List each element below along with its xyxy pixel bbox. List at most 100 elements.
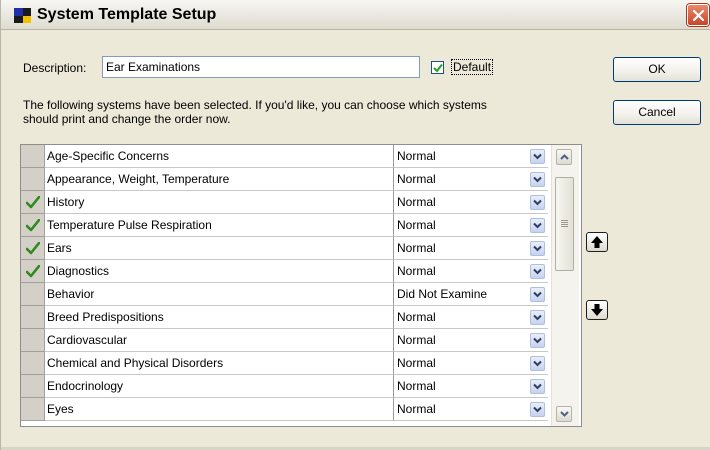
status-select[interactable]: Normal xyxy=(394,375,548,398)
dropdown-button[interactable] xyxy=(530,218,545,233)
status-select[interactable]: Normal xyxy=(394,306,548,329)
table-row[interactable]: Chemical and Physical Disorders Normal xyxy=(21,352,548,375)
system-name-cell[interactable]: Cardiovascular xyxy=(45,329,394,352)
dropdown-button[interactable] xyxy=(530,241,545,256)
move-up-button[interactable] xyxy=(586,232,608,252)
system-name-cell[interactable]: Chemical and Physical Disorders xyxy=(45,352,394,375)
chevron-down-icon xyxy=(533,360,542,367)
chevron-down-icon xyxy=(533,337,542,344)
status-select[interactable]: Normal xyxy=(394,329,548,352)
instructions-line-1: The following systems have been selected… xyxy=(23,98,487,112)
table-row[interactable]: Eyes Normal xyxy=(21,398,548,421)
chevron-down-icon xyxy=(533,406,542,413)
row-print-toggle[interactable] xyxy=(21,352,45,375)
dropdown-button[interactable] xyxy=(530,287,545,302)
system-name-cell[interactable]: Ears xyxy=(45,237,394,260)
ok-button[interactable]: OK xyxy=(613,57,701,82)
table-row[interactable]: Behavior Did Not Examine xyxy=(21,283,548,306)
row-print-toggle[interactable] xyxy=(21,168,45,191)
table-row[interactable]: Cardiovascular Normal xyxy=(21,329,548,352)
status-value: Normal xyxy=(397,172,436,186)
close-button[interactable] xyxy=(687,4,709,26)
status-select[interactable]: Normal xyxy=(394,214,548,237)
table-row[interactable]: Breed Predispositions Normal xyxy=(21,306,548,329)
system-name-cell[interactable]: History xyxy=(45,191,394,214)
status-select[interactable]: Normal xyxy=(394,237,548,260)
table-row[interactable]: History Normal xyxy=(21,191,548,214)
table-row[interactable]: Appearance, Weight, Temperature Normal xyxy=(21,168,548,191)
row-print-toggle[interactable] xyxy=(21,237,45,260)
description-input[interactable] xyxy=(102,56,420,78)
status-select[interactable]: Normal xyxy=(394,168,548,191)
dropdown-button[interactable] xyxy=(530,195,545,210)
scrollbar-track[interactable] xyxy=(551,145,579,426)
default-label[interactable]: Default xyxy=(450,59,494,75)
chevron-down-icon xyxy=(533,245,542,252)
window-title: System Template Setup xyxy=(37,6,217,23)
move-down-button[interactable] xyxy=(586,300,608,320)
dropdown-button[interactable] xyxy=(530,310,545,325)
row-print-toggle[interactable] xyxy=(21,398,45,421)
status-select[interactable]: Normal xyxy=(394,260,548,283)
system-name-cell[interactable]: Behavior xyxy=(45,283,394,306)
chevron-down-icon xyxy=(533,314,542,321)
system-name-cell[interactable]: Endocrinology xyxy=(45,375,394,398)
close-icon xyxy=(692,9,705,22)
table-row[interactable]: Temperature Pulse Respiration Normal xyxy=(21,214,548,237)
cancel-button[interactable]: Cancel xyxy=(613,100,701,125)
chevron-down-icon xyxy=(533,268,542,275)
dropdown-button[interactable] xyxy=(530,379,545,394)
chevron-down-icon xyxy=(533,383,542,390)
checkmark-icon xyxy=(26,265,40,278)
system-name-cell[interactable]: Temperature Pulse Respiration xyxy=(45,214,394,237)
row-print-toggle[interactable] xyxy=(21,375,45,398)
status-value: Did Not Examine xyxy=(397,287,488,301)
systems-grid: Age-Specific Concerns Normal Appearance, W… xyxy=(20,144,582,427)
table-row[interactable]: Ears Normal xyxy=(21,237,548,260)
checkmark-icon xyxy=(26,196,40,209)
system-name-cell[interactable]: Appearance, Weight, Temperature xyxy=(45,168,394,191)
dropdown-button[interactable] xyxy=(530,333,545,348)
chevron-down-icon xyxy=(533,199,542,206)
scroll-up-icon xyxy=(560,154,569,160)
status-value: Normal xyxy=(397,333,436,347)
table-row[interactable]: Age-Specific Concerns Normal xyxy=(21,145,548,168)
row-print-toggle[interactable] xyxy=(21,283,45,306)
status-select[interactable]: Normal xyxy=(394,398,548,421)
status-value: Normal xyxy=(397,241,436,255)
title-bar[interactable]: System Template Setup xyxy=(1,0,710,30)
table-row[interactable]: Diagnostics Normal xyxy=(21,260,548,283)
vertical-scrollbar[interactable] xyxy=(549,145,581,426)
scrollbar-thumb[interactable] xyxy=(555,177,574,271)
row-print-toggle[interactable] xyxy=(21,306,45,329)
checkmark-icon xyxy=(26,242,40,255)
dropdown-button[interactable] xyxy=(530,149,545,164)
status-value: Normal xyxy=(397,195,436,209)
default-checkbox[interactable] xyxy=(431,61,444,74)
dropdown-button[interactable] xyxy=(530,402,545,417)
row-print-toggle[interactable] xyxy=(21,191,45,214)
row-print-toggle[interactable] xyxy=(21,329,45,352)
scroll-down-button[interactable] xyxy=(556,406,572,422)
row-print-toggle[interactable] xyxy=(21,214,45,237)
move-up-arrow-icon xyxy=(591,236,603,248)
chevron-down-icon xyxy=(533,176,542,183)
status-select[interactable]: Normal xyxy=(394,191,548,214)
status-value: Normal xyxy=(397,356,436,370)
row-print-toggle[interactable] xyxy=(21,260,45,283)
system-template-setup-dialog: System Template Setup Description: Defau… xyxy=(0,0,710,450)
checkmark-icon xyxy=(433,63,443,73)
status-select[interactable]: Did Not Examine xyxy=(394,283,548,306)
system-name-cell[interactable]: Diagnostics xyxy=(45,260,394,283)
system-name-cell[interactable]: Breed Predispositions xyxy=(45,306,394,329)
row-print-toggle[interactable] xyxy=(21,145,45,168)
scroll-up-button[interactable] xyxy=(556,149,572,165)
dropdown-button[interactable] xyxy=(530,264,545,279)
system-name-cell[interactable]: Age-Specific Concerns xyxy=(45,145,394,168)
dropdown-button[interactable] xyxy=(530,356,545,371)
status-select[interactable]: Normal xyxy=(394,145,548,168)
table-row[interactable]: Endocrinology Normal xyxy=(21,375,548,398)
dropdown-button[interactable] xyxy=(530,172,545,187)
status-select[interactable]: Normal xyxy=(394,352,548,375)
system-name-cell[interactable]: Eyes xyxy=(45,398,394,421)
